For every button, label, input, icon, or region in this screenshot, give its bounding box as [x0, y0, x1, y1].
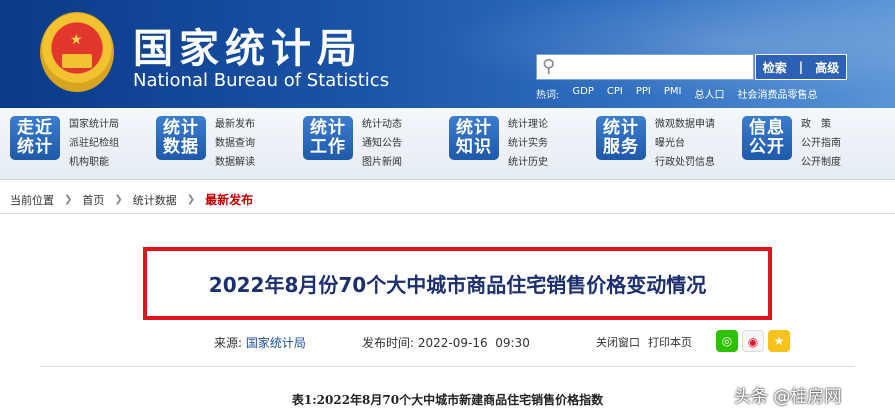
nav-link[interactable]: 微观数据申请: [655, 117, 715, 132]
article-source: 来源: 国家统计局: [214, 334, 306, 351]
nav-group-about: 走近 统计 国家统计局 派驻纪检组 机构职能: [10, 116, 119, 170]
nav-link[interactable]: 统计理论: [508, 117, 548, 132]
nav-link[interactable]: 曝光台: [655, 136, 715, 151]
chevron-right-icon: ❯: [64, 194, 73, 205]
nav-badge-about[interactable]: 走近 统计: [10, 116, 60, 160]
nav-link[interactable]: 行政处罚信息: [655, 155, 715, 170]
search-button[interactable]: 检索: [757, 59, 793, 76]
nav-link[interactable]: 公开指南: [801, 136, 841, 151]
nav-link[interactable]: 通知公告: [362, 136, 402, 151]
hot-word-link[interactable]: 总人口: [694, 86, 724, 101]
nav-link[interactable]: 最新发布: [215, 117, 255, 132]
hot-word-link[interactable]: CPI: [607, 86, 623, 101]
nav-link[interactable]: 数据查询: [215, 136, 255, 151]
print-button[interactable]: 打印本页: [648, 334, 692, 350]
nav-badge-data[interactable]: 统计 数据: [156, 116, 206, 160]
article-title: 2022年8月份70个大中城市商品住宅销售价格变动情况: [208, 273, 707, 297]
nav-badge-service[interactable]: 统计 服务: [596, 116, 646, 160]
nav-link[interactable]: 公开制度: [801, 155, 841, 170]
nav-group-work: 统计 工作 统计动态 通知公告 图片新闻: [303, 116, 402, 170]
hot-words: 热词: GDP CPI PPI PMI 总人口 社会消费品零售总: [536, 86, 817, 101]
time-label: 发布时间:: [362, 336, 415, 350]
national-emblem-icon[interactable]: ★: [40, 12, 114, 92]
nav-badge-knowledge[interactable]: 统计 知识: [449, 116, 499, 160]
search-input[interactable]: [536, 54, 754, 80]
main-nav: 走近 统计 国家统计局 派驻纪检组 机构职能 统计 数据 最新发布 数据查询 数据解…: [0, 108, 895, 180]
search-divider: |: [798, 60, 804, 74]
hot-word-link[interactable]: PMI: [664, 86, 682, 101]
wechat-share-icon[interactable]: ◎: [716, 330, 738, 352]
nav-link[interactable]: 政 策: [801, 117, 841, 132]
breadcrumb-stats-data[interactable]: 统计数据: [123, 192, 187, 208]
nav-group-data: 统计 数据 最新发布 数据查询 数据解读: [156, 116, 255, 170]
article-actions: 关闭窗口 打印本页: [596, 334, 692, 350]
site-name-en: National Bureau of Statistics: [133, 70, 390, 91]
chevron-right-icon: ❯: [114, 194, 123, 205]
watermark: 头条 @桂房网: [734, 387, 842, 407]
hot-word-link[interactable]: 社会消费品零售总: [737, 86, 817, 101]
breadcrumb-label: 当前位置: [10, 193, 54, 207]
nav-link[interactable]: 统计历史: [508, 155, 548, 170]
source-label: 来源:: [214, 336, 243, 350]
hot-word-link[interactable]: GDP: [572, 86, 593, 101]
nav-group-service: 统计 服务 微观数据申请 曝光台 行政处罚信息: [596, 116, 715, 170]
gate-icon: [62, 54, 92, 68]
time-value: 2022-09-16 09:30: [417, 336, 530, 350]
search-buttons: 检索 | 高级: [755, 54, 847, 80]
nav-badge-work[interactable]: 统计 工作: [303, 116, 353, 160]
nav-group-disclosure: 信息 公开 政 策 公开指南 公开制度: [742, 116, 841, 170]
hot-word-link[interactable]: PPI: [636, 86, 651, 101]
close-window-button[interactable]: 关闭窗口: [596, 334, 640, 350]
weibo-share-icon[interactable]: ◉: [742, 330, 764, 352]
nav-link[interactable]: 国家统计局: [69, 117, 119, 132]
section-divider: [40, 366, 855, 367]
breadcrumb-current[interactable]: 最新发布: [195, 191, 263, 208]
nav-link[interactable]: 机构职能: [69, 155, 119, 170]
hot-words-label: 热词:: [536, 90, 560, 101]
nav-badge-disclosure[interactable]: 信息 公开: [742, 116, 792, 160]
star-icon: ★: [70, 32, 83, 48]
search-icon: ⚲: [542, 56, 556, 77]
nav-link[interactable]: 统计实务: [508, 136, 548, 151]
favorite-star-icon[interactable]: ★: [768, 330, 790, 352]
breadcrumb-home[interactable]: 首页: [72, 192, 114, 208]
nav-link[interactable]: 派驻纪检组: [69, 136, 119, 151]
nav-link[interactable]: 数据解读: [215, 155, 255, 170]
nav-group-knowledge: 统计 知识 统计理论 统计实务 统计历史: [449, 116, 548, 170]
nav-link[interactable]: 统计动态: [362, 117, 402, 132]
article-time: 发布时间: 2022-09-16 09:30: [362, 334, 530, 351]
breadcrumb: 当前位置 ❯ 首页 ❯ 统计数据 ❯ 最新发布: [0, 186, 895, 214]
source-link[interactable]: 国家统计局: [246, 336, 306, 350]
nav-link[interactable]: 图片新闻: [362, 155, 402, 170]
advanced-search-button[interactable]: 高级: [809, 59, 845, 76]
site-name-cn[interactable]: 国家统计局: [133, 16, 363, 74]
chevron-right-icon: ❯: [186, 194, 196, 205]
